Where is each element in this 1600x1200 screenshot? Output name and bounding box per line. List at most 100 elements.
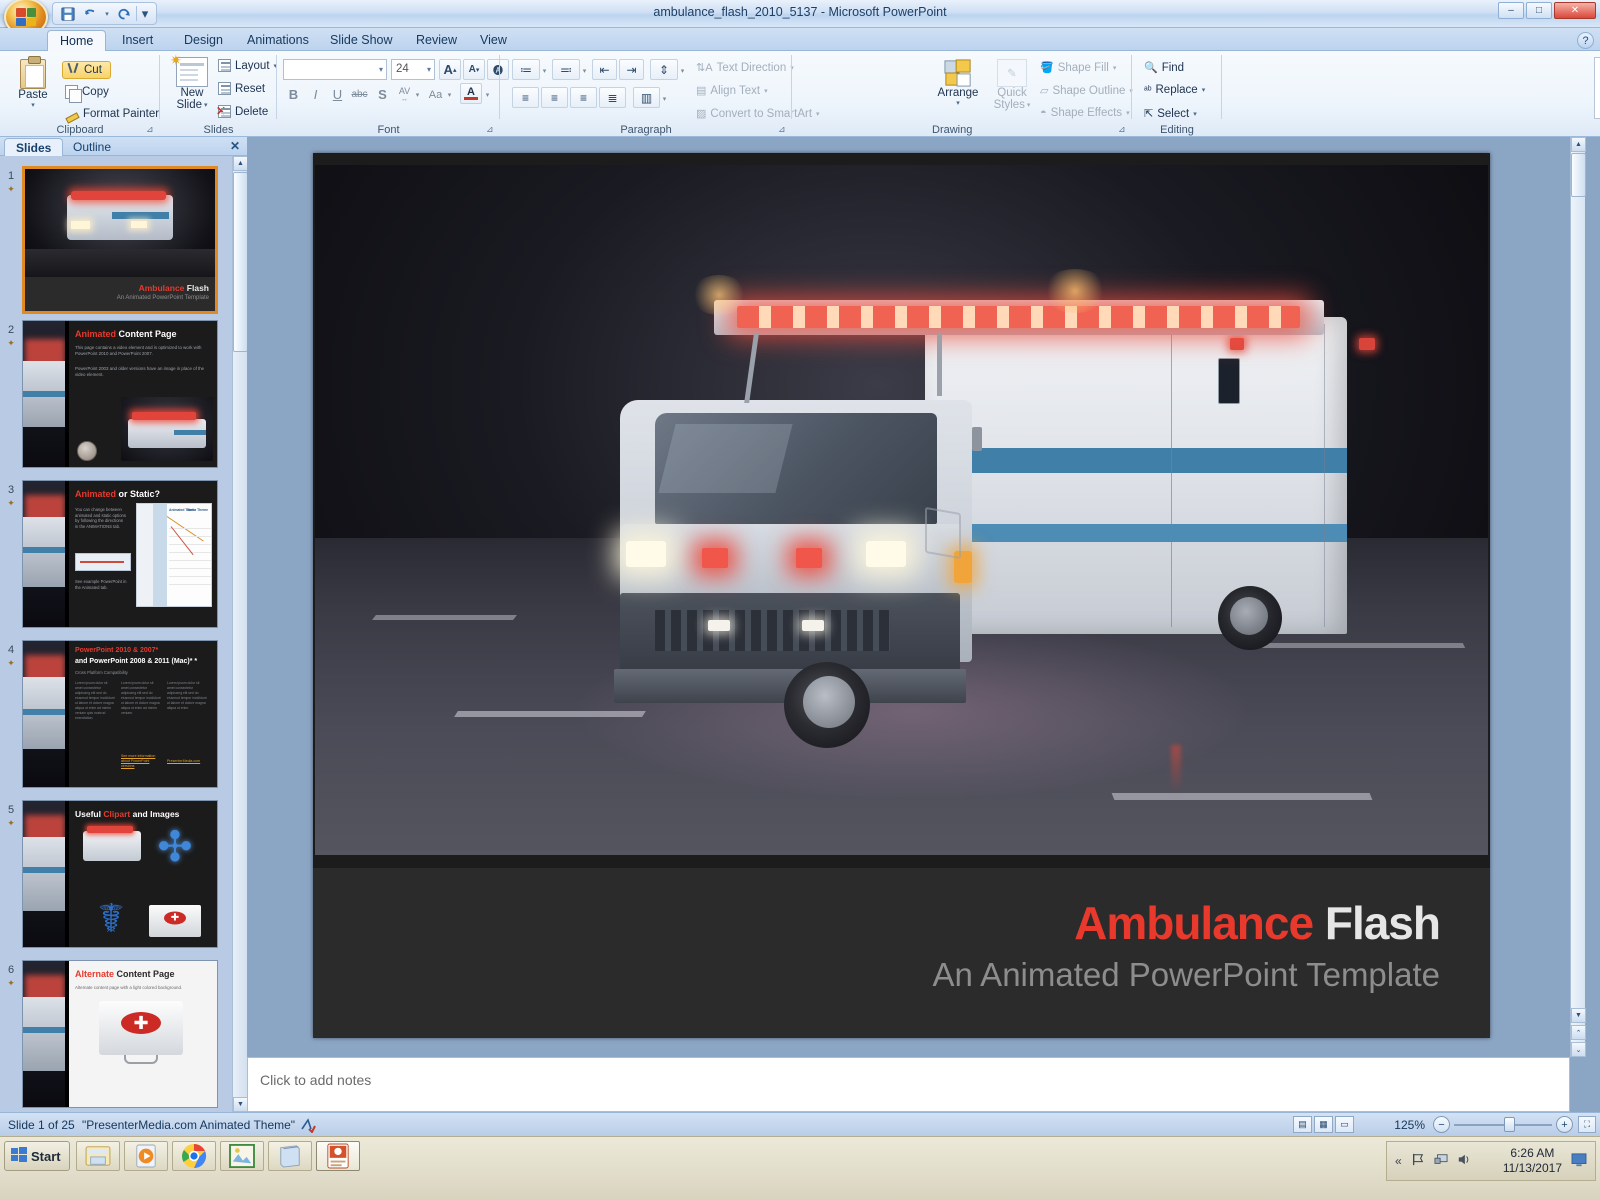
- list-item[interactable]: 3 ✦ Animated or Static? You can change b…: [0, 480, 232, 628]
- line-spacing-button[interactable]: ⇕: [650, 59, 678, 80]
- zoom-slider-handle[interactable]: [1504, 1117, 1515, 1132]
- thumbnail-scrollbar[interactable]: ▲ ▼: [232, 156, 248, 1112]
- list-item[interactable]: 6 ✦ Alternate Content Page Alternate con…: [0, 960, 232, 1108]
- arrange-button[interactable]: Arrange ▾: [932, 59, 984, 107]
- view-normal-button[interactable]: ▤: [1293, 1116, 1312, 1133]
- grow-font-button[interactable]: A ▴: [439, 59, 461, 80]
- new-slide-button[interactable]: ✷ New Slide ▾: [168, 52, 216, 111]
- change-case-button[interactable]: Aa: [425, 84, 446, 105]
- font-dialog-launcher[interactable]: ⊿: [486, 124, 497, 135]
- scroll-up-icon[interactable]: ▲: [1571, 137, 1586, 152]
- shrink-font-button[interactable]: A ▾: [463, 59, 485, 80]
- underline-button[interactable]: U: [327, 84, 348, 105]
- next-slide-icon[interactable]: ⌄: [1571, 1042, 1586, 1057]
- fit-slide-to-window-button[interactable]: ⛶: [1578, 1116, 1596, 1133]
- volume-icon[interactable]: [1457, 1153, 1471, 1169]
- clipboard-dialog-launcher[interactable]: ⊿: [146, 124, 157, 135]
- thumb4-link-2[interactable]: PresenterMedia.com: [167, 759, 209, 763]
- scrollbar-thumb[interactable]: [233, 172, 248, 352]
- new-slide-dropdown-icon[interactable]: ▾: [204, 101, 208, 109]
- character-spacing-dropdown-icon[interactable]: ▾: [413, 84, 422, 105]
- shapes-gallery[interactable]: 🄰 ╲ ↘ ▭ ◯ ▢ △ ⌐ ⌐→ ⇨ ⇩ ☁ ϟ ⌒ ∧ { }: [1594, 57, 1600, 119]
- taskbar-item-google-chrome[interactable]: [172, 1141, 216, 1171]
- current-slide[interactable]: Ambulance Flash An Animated PowerPoint T…: [313, 153, 1490, 1038]
- network-flag-icon[interactable]: [1411, 1153, 1425, 1169]
- maximize-button[interactable]: □: [1526, 2, 1552, 19]
- scroll-down-icon[interactable]: ▼: [1571, 1008, 1586, 1023]
- text-direction-button[interactable]: ⇅A Text Direction ▾: [696, 61, 794, 75]
- show-desktop-icon[interactable]: [1571, 1152, 1587, 1170]
- slide-thumbnail-4[interactable]: PowerPoint 2010 & 2007* and PowerPoint 2…: [22, 640, 218, 788]
- list-item[interactable]: 4 ✦ PowerPoint 2010 & 2007* and PowerPoi…: [0, 640, 232, 788]
- replace-button[interactable]: ᵃᵇ Replace ▾: [1144, 84, 1205, 96]
- paste-dropdown-icon[interactable]: ▾: [31, 101, 35, 109]
- list-item[interactable]: 1 ✦ Ambulance Flash An Animated PowerPoi…: [0, 166, 232, 314]
- justify-button[interactable]: ≣: [599, 87, 626, 108]
- paste-button[interactable]: Paste ▾: [10, 56, 56, 109]
- copy-button[interactable]: Copy: [65, 85, 109, 103]
- slide-thumbnail-5[interactable]: Useful Clipart and Images ✣ ☤ ✚: [22, 800, 218, 948]
- tab-animations[interactable]: Animations: [235, 30, 321, 51]
- view-slide-sorter-button[interactable]: ▦: [1314, 1116, 1333, 1133]
- help-icon[interactable]: ?: [1577, 32, 1594, 49]
- layout-button[interactable]: Layout ▾: [218, 59, 277, 72]
- list-item[interactable]: 5 ✦ Useful Clipart and Images ✣ ☤ ✚: [0, 800, 232, 948]
- shape-outline-button[interactable]: ▱ Shape Outline ▾: [1040, 84, 1133, 98]
- character-spacing-button[interactable]: AV ↔: [394, 84, 415, 105]
- align-right-button[interactable]: ≡: [570, 87, 597, 108]
- zoom-slider-track[interactable]: [1454, 1124, 1552, 1126]
- delete-slide-button[interactable]: ✕ Delete: [216, 104, 268, 118]
- view-slide-show-button[interactable]: ▭: [1335, 1116, 1354, 1133]
- pane-tab-outline[interactable]: Outline: [62, 138, 122, 156]
- triangle-shape-icon[interactable]: △: [1596, 78, 1600, 98]
- font-size-select[interactable]: 24 ▾: [391, 59, 435, 80]
- replace-dropdown-icon[interactable]: ▾: [1202, 86, 1206, 94]
- taskbar-item-explorer[interactable]: [76, 1141, 120, 1171]
- previous-slide-icon[interactable]: ⌃: [1571, 1025, 1586, 1040]
- slide-thumbnail-list[interactable]: 1 ✦ Ambulance Flash An Animated PowerPoi…: [0, 156, 232, 1112]
- strikethrough-button[interactable]: abc: [349, 84, 370, 105]
- freeform-shape-icon[interactable]: ϟ: [1596, 98, 1600, 118]
- list-item[interactable]: 2 ✦ Animated Content Page This page cont…: [0, 320, 232, 468]
- scrollbar-thumb[interactable]: [1571, 153, 1586, 197]
- line-spacing-dropdown-icon[interactable]: ▾: [678, 60, 687, 81]
- font-family-select[interactable]: ▾: [283, 59, 387, 80]
- zoom-in-button[interactable]: +: [1556, 1116, 1573, 1133]
- numbering-button[interactable]: ≕: [552, 59, 580, 80]
- select-dropdown-icon[interactable]: ▾: [1193, 110, 1197, 118]
- tab-review[interactable]: Review: [404, 30, 469, 51]
- select-button[interactable]: ⇱ Select ▾: [1144, 107, 1197, 121]
- bullets-dropdown-icon[interactable]: ▾: [540, 60, 549, 81]
- spell-check-icon[interactable]: [300, 1117, 316, 1136]
- numbering-dropdown-icon[interactable]: ▾: [580, 60, 589, 81]
- scroll-up-icon[interactable]: ▲: [233, 156, 248, 171]
- ambulance-photo[interactable]: [315, 165, 1488, 855]
- shape-fill-button[interactable]: 🪣 Shape Fill ▾: [1040, 61, 1117, 75]
- pane-tab-slides[interactable]: Slides: [4, 138, 64, 156]
- font-color-dropdown-icon[interactable]: ▾: [483, 84, 492, 105]
- slide-title-block[interactable]: Ambulance Flash An Animated PowerPoint T…: [313, 868, 1490, 1038]
- align-text-button[interactable]: ▤ Align Text ▾: [696, 84, 768, 98]
- notes-pane[interactable]: Click to add notes: [247, 1057, 1570, 1112]
- zoom-out-button[interactable]: −: [1433, 1116, 1450, 1133]
- text-box-shape-icon[interactable]: 🄰: [1596, 58, 1600, 78]
- quick-styles-button[interactable]: ✎ Quick Styles ▾: [988, 59, 1036, 111]
- scroll-down-icon[interactable]: ▼: [233, 1097, 248, 1112]
- minimize-button[interactable]: –: [1498, 2, 1524, 19]
- columns-button[interactable]: ▥: [633, 87, 660, 108]
- shape-fill-dropdown-icon[interactable]: ▾: [1113, 64, 1117, 72]
- start-button[interactable]: Start: [4, 1141, 70, 1171]
- tab-design[interactable]: Design: [172, 30, 235, 51]
- taskbar-item-powerpoint[interactable]: [316, 1141, 360, 1171]
- thumb4-link-1[interactable]: See more information about PowerPoint ve…: [121, 754, 163, 769]
- reset-button[interactable]: Reset: [218, 82, 265, 95]
- close-button[interactable]: ✕: [1554, 2, 1596, 19]
- slide-thumbnail-2[interactable]: Animated Content Page This page contains…: [22, 320, 218, 468]
- tab-home[interactable]: Home: [47, 30, 107, 51]
- text-shadow-button[interactable]: S: [372, 84, 393, 105]
- quick-styles-dropdown-icon[interactable]: ▾: [1027, 101, 1031, 109]
- italic-button[interactable]: I: [305, 84, 326, 105]
- align-center-button[interactable]: ≡: [541, 87, 568, 108]
- align-left-button[interactable]: ≡: [512, 87, 539, 108]
- format-painter-button[interactable]: Format Painter: [65, 107, 159, 121]
